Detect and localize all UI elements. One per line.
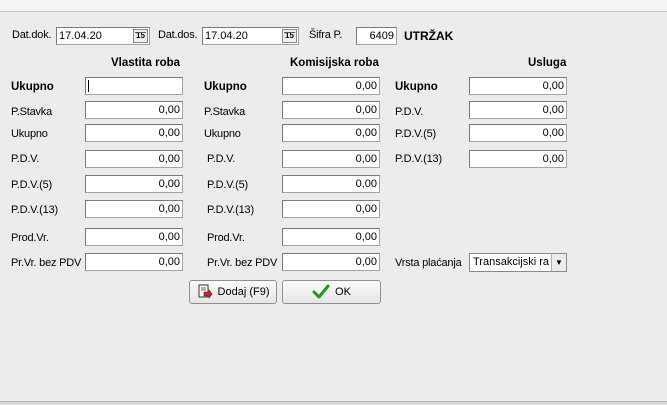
komisijska-pdv13-input[interactable]: 0,00 — [282, 200, 380, 218]
vlastita-pdv13-input[interactable]: 0,00 — [85, 200, 183, 218]
vlastita-prodvr-input[interactable]: 0,00 — [85, 228, 183, 246]
vrsta-placanja-value: Transakcijski ra — [473, 256, 549, 268]
calendar-icon[interactable]: 15 — [133, 29, 148, 43]
vlastita-ukupno2-label: Ukupno — [11, 128, 48, 140]
komisijska-ukupno-label: Ukupno — [204, 81, 247, 93]
komisijska-pdv-label: P.D.V. — [207, 153, 236, 165]
usluga-ukupno-label: Ukupno — [395, 81, 438, 93]
ok-button[interactable]: OK — [282, 280, 381, 304]
komisijska-pdv5-label: P.D.V.(5) — [207, 179, 249, 191]
usluga-pdv5-input[interactable]: 0,00 — [469, 124, 567, 142]
komisijska-ukupno2-label: Ukupno — [204, 128, 241, 140]
komisijska-prvr-input[interactable]: 0,00 — [282, 253, 380, 271]
dat-dos-value: 17.04.20 — [205, 30, 248, 42]
vlastita-pstavka-input[interactable]: 0,00 — [85, 101, 183, 119]
vlastita-ukupno-label: Ukupno — [11, 81, 54, 93]
ok-button-label: OK — [335, 286, 351, 298]
usluga-pdv13-label: P.D.V.(13) — [395, 153, 442, 165]
dat-dok-value: 17.04.20 — [59, 30, 102, 42]
calendar-icon[interactable]: 15 — [282, 29, 297, 43]
check-icon — [312, 284, 330, 299]
komisijska-ukupno2-input[interactable]: 0,00 — [282, 124, 380, 142]
sifra-field[interactable]: 6409 — [356, 27, 397, 45]
add-document-icon — [198, 284, 212, 299]
vlastita-prvr-input[interactable]: 0,00 — [85, 253, 183, 271]
vlastita-pstavka-label: P.Stavka — [11, 106, 53, 118]
chevron-down-icon[interactable]: ▼ — [551, 254, 566, 271]
usluga-pdv13-input[interactable]: 0,00 — [469, 150, 567, 168]
text-caret — [88, 80, 89, 92]
dat-dos-label: Dat.dos. — [158, 29, 198, 41]
komisijska-pdv13-label: P.D.V.(13) — [207, 204, 254, 216]
vrsta-placanja-label: Vrsta plaćanja — [395, 257, 462, 269]
komisijska-prodvr-label: Prod.Vr. — [207, 232, 245, 244]
komisijska-prodvr-input[interactable]: 0,00 — [282, 228, 380, 246]
window-bottom-border — [0, 401, 667, 405]
usluga-pdv-input[interactable]: 0,00 — [469, 101, 567, 119]
document-type-label: UTRŽAK — [404, 29, 454, 43]
sifra-label: Šifra P. — [309, 29, 343, 41]
dat-dok-field[interactable]: 17.04.20 15 — [56, 27, 150, 45]
section-komisijska-roba: Komisijska roba — [290, 57, 379, 69]
komisijska-pdv5-input[interactable]: 0,00 — [282, 175, 380, 193]
vlastita-pdv5-label: P.D.V.(5) — [11, 179, 53, 191]
vlastita-ukupno-input[interactable] — [85, 77, 183, 95]
vlastita-prvr-label: Pr.Vr. bez PDV — [11, 257, 82, 269]
vrsta-placanja-select[interactable]: Transakcijski ra ▼ — [469, 253, 567, 272]
dat-dok-label: Dat.dok. — [12, 29, 52, 41]
title-bar-strip — [0, 0, 667, 12]
section-vlastita-roba: Vlastita roba — [111, 57, 181, 69]
dat-dos-field[interactable]: 17.04.20 15 — [202, 27, 299, 45]
komisijska-pstavka-label: P.Stavka — [204, 106, 246, 118]
usluga-pdv5-label: P.D.V.(5) — [395, 128, 437, 140]
usluga-pdv-label: P.D.V. — [395, 106, 424, 118]
section-usluga: Usluga — [528, 57, 567, 69]
vlastita-pdv13-label: P.D.V.(13) — [11, 204, 58, 216]
usluga-ukupno-input[interactable]: 0,00 — [469, 77, 567, 95]
dodaj-button[interactable]: Dodaj (F9) — [189, 280, 277, 304]
komisijska-ukupno-input[interactable]: 0,00 — [282, 77, 380, 95]
dodaj-button-label: Dodaj (F9) — [217, 286, 270, 298]
vlastita-pdv5-input[interactable]: 0,00 — [85, 175, 183, 193]
vlastita-prodvr-label: Prod.Vr. — [11, 232, 49, 244]
komisijska-pdv-input[interactable]: 0,00 — [282, 150, 380, 168]
komisijska-prvr-label: Pr.Vr. bez PDV — [207, 257, 278, 269]
komisijska-pstavka-input[interactable]: 0,00 — [282, 101, 380, 119]
vlastita-pdv-label: P.D.V. — [11, 153, 40, 165]
vlastita-ukupno2-input[interactable]: 0,00 — [85, 124, 183, 142]
vlastita-pdv-input[interactable]: 0,00 — [85, 150, 183, 168]
